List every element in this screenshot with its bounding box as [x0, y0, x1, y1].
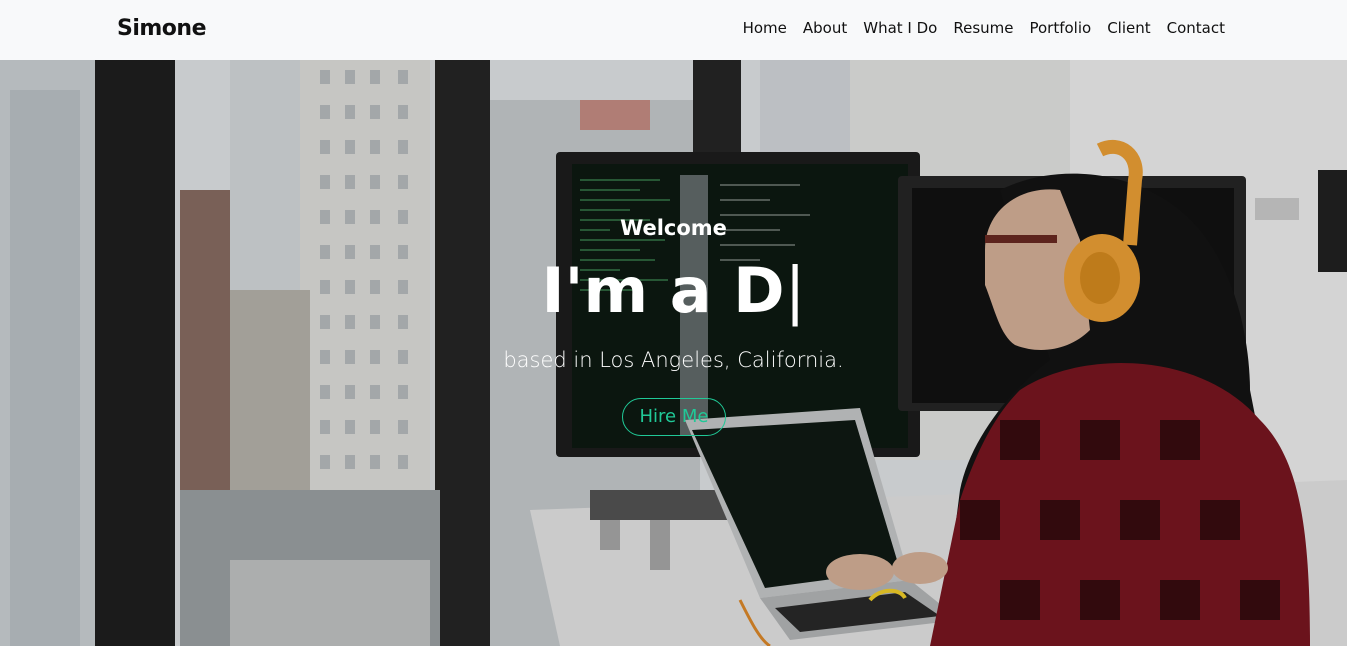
nav-menu: Home About What I Do Resume Portfolio Cl…	[727, 19, 1225, 37]
hero-section: Welcome I'm a D| based in Los Angeles, C…	[0, 60, 1347, 646]
hero-content: Welcome I'm a D| based in Los Angeles, C…	[0, 60, 1347, 646]
hero-welcome-text: Welcome	[620, 216, 727, 240]
nav-link-portfolio[interactable]: Portfolio	[1029, 19, 1091, 37]
typing-cursor: |	[784, 254, 806, 327]
nav-link-client[interactable]: Client	[1107, 19, 1150, 37]
hero-location-text: based in Los Angeles, California.	[503, 348, 844, 372]
brand-logo[interactable]: Simone	[117, 16, 207, 41]
nav-link-about[interactable]: About	[803, 19, 847, 37]
navbar: Simone Home About What I Do Resume Portf…	[0, 0, 1347, 60]
hire-me-button[interactable]: Hire Me	[622, 398, 726, 436]
nav-link-resume[interactable]: Resume	[953, 19, 1013, 37]
nav-link-what-i-do[interactable]: What I Do	[863, 19, 937, 37]
nav-link-contact[interactable]: Contact	[1167, 19, 1225, 37]
hero-headline: I'm a D|	[0, 260, 1347, 322]
hero-headline-text: I'm a D	[541, 254, 785, 327]
nav-link-home[interactable]: Home	[743, 19, 787, 37]
